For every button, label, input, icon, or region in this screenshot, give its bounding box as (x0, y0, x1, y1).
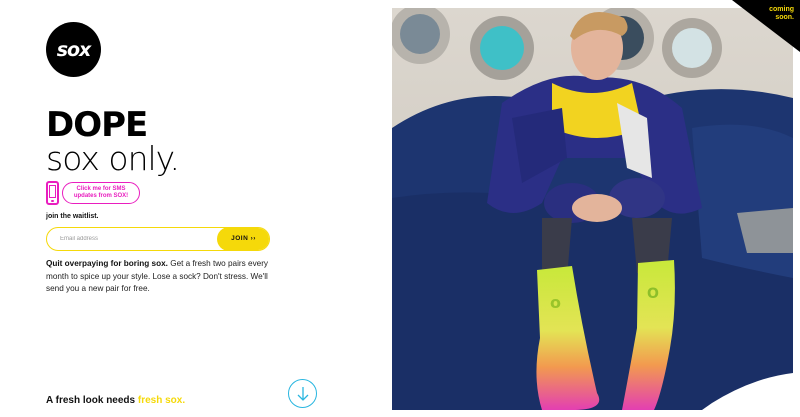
email-input[interactable] (47, 228, 217, 250)
sms-signup: Click me for SMS updates from SOX! (46, 181, 140, 205)
description: Quit overpaying for boring sox. Get a fr… (46, 258, 276, 296)
hero-photo: o O (392, 8, 793, 410)
waitlist-label: join the waitlist. (46, 213, 99, 220)
tagline-prefix: A fresh look needs (46, 395, 138, 406)
scroll-down-button[interactable] (288, 379, 317, 408)
logo-text: sox (56, 38, 92, 61)
join-button[interactable]: JOIN ›› (217, 228, 269, 250)
tagline: A fresh look needs fresh sox. (46, 395, 185, 406)
svg-text:o: o (550, 293, 561, 312)
coming-soon-line1: coming (769, 6, 794, 13)
sms-updates-button[interactable]: Click me for SMS updates from SOX! (62, 182, 140, 204)
coming-soon-line2: soon. (775, 14, 794, 21)
phone-icon (46, 181, 59, 205)
coming-soon-badge: coming soon. (769, 6, 794, 22)
hero-photo-illustration: o O (392, 8, 793, 410)
headline-dope: DOPE (46, 105, 148, 145)
arrow-down-icon (297, 386, 308, 401)
sox-logo[interactable]: sox (46, 22, 101, 77)
tagline-accent: fresh sox. (137, 395, 186, 406)
description-bold: Quit overpaying for boring sox. (46, 259, 168, 268)
hero-headline: DOPE sox only. (46, 105, 180, 178)
coming-soon-corner: coming soon. (732, 0, 800, 52)
headline-sox-only: sox only. (46, 139, 180, 178)
waitlist-form: JOIN ›› (46, 227, 270, 251)
svg-text:O: O (647, 286, 659, 302)
